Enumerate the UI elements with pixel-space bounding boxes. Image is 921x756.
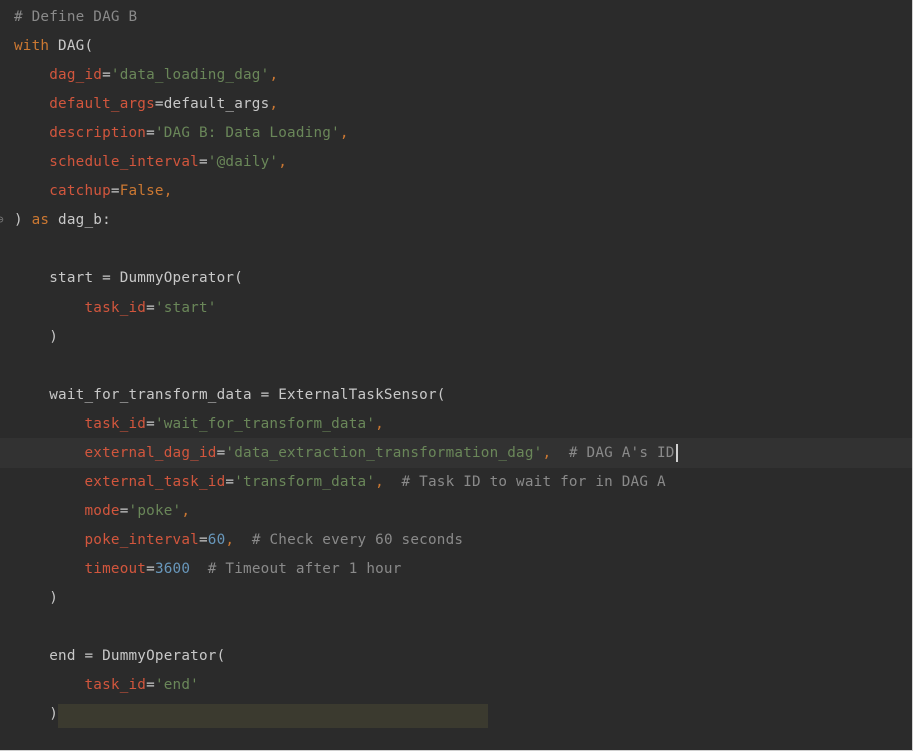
- code-line[interactable]: external_task_id='transform_data', # Tas…: [14, 467, 666, 497]
- code-token: '@daily': [207, 154, 279, 171]
- code-line[interactable]: task_id='end': [14, 670, 199, 700]
- code-token: dag_b:: [49, 212, 111, 229]
- code-token: 'start': [154, 299, 217, 316]
- code-token: mode: [14, 502, 120, 519]
- code-line[interactable]: timeout=3600 # Timeout after 1 hour: [14, 554, 402, 584]
- code-line[interactable]: task_id='start': [14, 293, 217, 323]
- code-token: timeout: [14, 560, 147, 577]
- code-line[interactable]: ) as dag_b:: [14, 205, 111, 235]
- code-line[interactable]: # Define DAG B: [14, 2, 137, 32]
- code-token: ,: [375, 415, 384, 432]
- code-token: # Task ID to wait for in DAG A: [383, 473, 666, 490]
- code-line[interactable]: task_id='wait_for_transform_data',: [14, 409, 384, 439]
- code-line[interactable]: ): [14, 583, 58, 613]
- code-token: end = DummyOperator(: [14, 648, 226, 665]
- code-token: task_id: [14, 299, 147, 316]
- code-line[interactable]: default_args=default_args,: [14, 89, 278, 119]
- text-caret: [675, 443, 678, 462]
- code-token: ): [14, 212, 32, 229]
- code-token: ,: [278, 154, 288, 171]
- code-token: dag_id: [14, 67, 103, 84]
- code-token: ,: [375, 473, 384, 490]
- code-token: 'wait_for_transform_data': [154, 415, 376, 432]
- code-line[interactable]: end = DummyOperator(: [14, 641, 225, 671]
- code-token: False: [119, 183, 164, 200]
- code-line[interactable]: wait_for_transform_data = ExternalTaskSe…: [14, 380, 446, 410]
- code-token: description: [14, 125, 147, 142]
- code-token: # Timeout after 1 hour: [190, 560, 402, 577]
- code-token: =: [146, 415, 155, 432]
- code-token: =: [110, 183, 120, 200]
- code-line[interactable]: catchup=False,: [14, 176, 173, 206]
- code-token: ,: [339, 125, 349, 142]
- code-token: 'transform_data': [234, 473, 376, 490]
- code-token: as: [31, 212, 50, 229]
- code-token: ,: [542, 444, 552, 461]
- code-token: ): [14, 328, 59, 345]
- code-token: # Check every 60 seconds: [234, 531, 464, 548]
- code-token: task_id: [14, 677, 147, 694]
- code-line[interactable]: poke_interval=60, # Check every 60 secon…: [14, 525, 463, 555]
- code-token: 'data_loading_dag': [110, 67, 270, 84]
- line-highlight-band: [58, 704, 488, 728]
- code-line[interactable]: schedule_interval='@daily',: [14, 147, 287, 177]
- code-line[interactable]: mode='poke',: [14, 496, 190, 526]
- code-token: DAG(: [49, 38, 94, 55]
- code-token: poke_interval: [14, 531, 199, 548]
- code-token: 60: [207, 531, 226, 548]
- code-token: external_task_id: [14, 473, 226, 490]
- code-token: 'data_extraction_transformation_dag': [225, 444, 543, 461]
- code-token: external_dag_id: [14, 444, 217, 461]
- code-token: =: [146, 677, 155, 694]
- code-token: # DAG A's ID: [551, 444, 675, 461]
- code-token: ,: [225, 531, 235, 548]
- code-token: =: [102, 67, 111, 84]
- code-token: =: [225, 473, 235, 490]
- code-token: task_id: [14, 415, 147, 432]
- code-token: wait_for_transform_data = ExternalTaskSe…: [14, 386, 446, 403]
- code-token: 'poke': [128, 502, 182, 519]
- fold-collapse-icon[interactable]: ⊖: [0, 205, 5, 235]
- code-line[interactable]: ): [14, 699, 58, 729]
- code-token: =: [146, 125, 155, 142]
- code-token: ,: [181, 502, 191, 519]
- code-line[interactable]: start = DummyOperator(: [14, 263, 243, 293]
- code-line[interactable]: dag_id='data_loading_dag',: [14, 60, 278, 90]
- code-token: =default_args: [154, 96, 270, 113]
- code-token: ,: [269, 96, 279, 113]
- code-token: with: [14, 38, 50, 55]
- code-token: =: [198, 531, 208, 548]
- code-token: =: [146, 560, 155, 577]
- code-token: 'end': [154, 677, 199, 694]
- code-line[interactable]: external_dag_id='data_extraction_transfo…: [14, 438, 678, 468]
- code-token: 3600: [154, 560, 191, 577]
- code-token: default_args: [14, 96, 155, 113]
- code-token: 'DAG B: Data Loading': [154, 125, 340, 142]
- code-token: schedule_interval: [14, 154, 199, 171]
- code-line[interactable]: ): [14, 322, 58, 352]
- code-token: start = DummyOperator(: [14, 270, 243, 287]
- code-token: =: [146, 299, 155, 316]
- code-token: ,: [163, 183, 173, 200]
- code-token: =: [198, 154, 208, 171]
- code-token: ): [14, 590, 59, 606]
- code-token: =: [119, 502, 129, 519]
- code-token: catchup: [14, 183, 111, 200]
- code-line[interactable]: description='DAG B: Data Loading',: [14, 118, 349, 148]
- code-token: ): [14, 706, 59, 723]
- code-token: ,: [269, 67, 279, 84]
- code-line[interactable]: with DAG(: [14, 31, 93, 61]
- code-token: # Define DAG B: [14, 9, 138, 25]
- code-editor[interactable]: # Define DAG Bwith DAG( dag_id='data_loa…: [0, 0, 913, 751]
